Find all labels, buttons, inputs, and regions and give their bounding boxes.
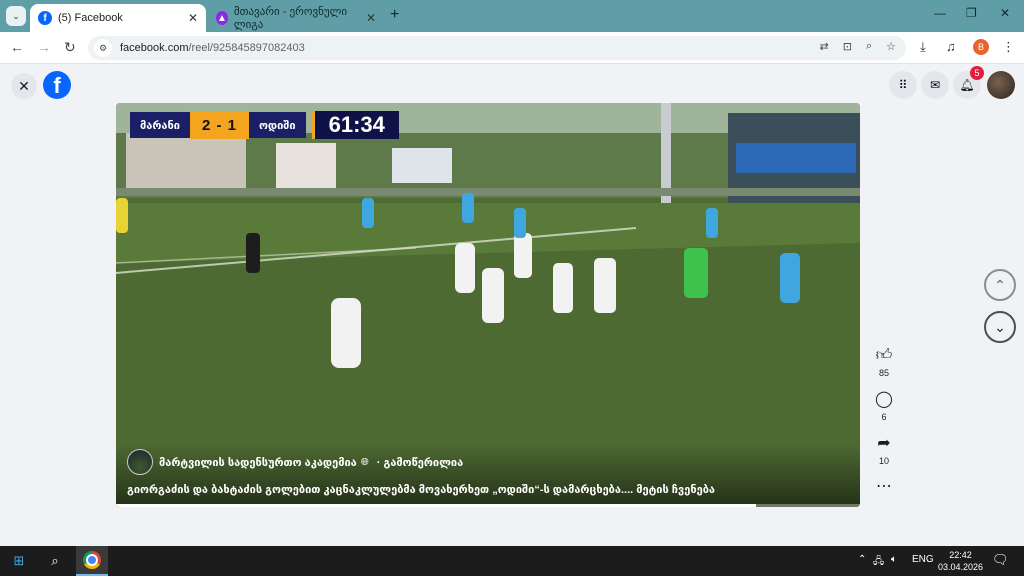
- close-reel-button[interactable]: ✕: [11, 73, 37, 99]
- browser-toolbar: ← → ↻ ⚙ facebook.com/reel/92584589708240…: [0, 32, 1024, 64]
- install-app-icon[interactable]: ⊡: [843, 40, 852, 53]
- facebook-reel-page: ✕ f ⠿ ✉ 🔔︎ 5 მარანი 2 - 1 ოდიში 61:34 მა…: [0, 65, 1024, 546]
- restore-icon[interactable]: ❐: [966, 6, 977, 20]
- tab-close-icon[interactable]: ✕: [358, 11, 376, 25]
- browser-menu-icon[interactable]: ⋮: [1002, 39, 1015, 55]
- league-favicon-icon: ▲: [216, 11, 228, 25]
- match-score: 2 - 1: [189, 111, 249, 139]
- previous-reel-button[interactable]: ⌃: [984, 269, 1016, 301]
- network-icon[interactable]: 🖧︎: [873, 554, 884, 571]
- window-close-icon[interactable]: ✕: [1000, 6, 1010, 20]
- translate-icon[interactable]: ⇄: [820, 40, 829, 53]
- scoreboard-overlay: მარანი 2 - 1 ოდიში 61:34: [130, 111, 399, 139]
- browser-tabstrip: ⌄ f (5) Facebook ✕ ▲ მთავარი - ეროვნული …: [0, 0, 1024, 32]
- windows-taskbar: ⊞ ⌕ ⌃ 🖧︎ 🔈︎ ENG 22:42 03.04.2026 🗨︎: [0, 546, 1024, 576]
- reel-video-player[interactable]: მარანი 2 - 1 ოდიში 61:34 მარტვილის სადენ…: [116, 103, 860, 507]
- browser-profile-avatar[interactable]: B: [973, 39, 989, 55]
- media-control-icon[interactable]: ♫: [946, 39, 956, 54]
- clock-date: 03.04.2026: [938, 562, 984, 572]
- taskbar-clock[interactable]: 22:42 03.04.2026: [938, 549, 983, 573]
- url-host: facebook.com: [120, 42, 189, 54]
- share-action[interactable]: ➦ 10: [870, 434, 898, 466]
- tray-chevron-up-icon[interactable]: ⌃: [858, 554, 866, 565]
- notifications-badge: 5: [970, 66, 984, 80]
- url-path: /reel/925845897082403: [188, 42, 305, 54]
- volume-icon[interactable]: 🔈︎: [891, 554, 897, 565]
- share-count: 10: [878, 456, 889, 466]
- bookmark-star-icon[interactable]: ☆: [886, 40, 896, 53]
- zoom-icon[interactable]: ⌕: [866, 40, 872, 53]
- video-progress-bar[interactable]: [116, 504, 860, 507]
- tab-title: მთავარი - ეროვნული ლიგა: [233, 6, 348, 31]
- chrome-taskbar-button[interactable]: [76, 546, 108, 576]
- like-thumb-icon[interactable]: 👍︎: [870, 346, 898, 366]
- forward-icon[interactable]: →: [37, 39, 51, 55]
- like-action[interactable]: 👍︎ 85: [870, 346, 898, 378]
- site-info-icon[interactable]: ⚙: [94, 39, 112, 57]
- tab-search-button[interactable]: ⌄: [6, 6, 26, 26]
- omnibox-actions: ⇄ ⊡ ⌕ ☆: [820, 40, 896, 53]
- search-icon[interactable]: ⌕: [40, 546, 70, 576]
- more-dots-icon[interactable]: ⋯: [870, 477, 898, 497]
- chrome-icon: [83, 551, 101, 569]
- reel-author-row: მარტვილის სადენსურთო აკადემია 🌐︎ · გამოწ…: [127, 449, 463, 475]
- back-icon[interactable]: ←: [10, 39, 24, 55]
- downloads-icon[interactable]: ⤓: [920, 39, 926, 55]
- notification-center-icon[interactable]: 🗨︎: [992, 552, 1009, 568]
- tab-close-icon[interactable]: ✕: [180, 11, 198, 25]
- comment-action[interactable]: ◯ 6: [870, 390, 898, 422]
- author-name[interactable]: მარტვილის სადენსურთო აკადემია: [159, 456, 357, 469]
- share-arrow-icon[interactable]: ➦: [870, 434, 898, 454]
- match-clock: 61:34: [311, 111, 399, 139]
- menu-grid-icon[interactable]: ⠿: [889, 71, 917, 99]
- language-indicator[interactable]: ENG: [912, 554, 934, 565]
- account-avatar[interactable]: [987, 71, 1015, 99]
- tab-league[interactable]: ▲ მთავარი - ეროვნული ლიგა ✕: [208, 4, 384, 32]
- author-avatar[interactable]: [127, 449, 153, 475]
- like-count: 85: [878, 368, 889, 378]
- follow-status-button[interactable]: · გამოწერილია: [377, 456, 463, 469]
- facebook-favicon-icon: f: [38, 11, 52, 25]
- tab-facebook[interactable]: f (5) Facebook ✕: [30, 4, 206, 32]
- clock-time: 22:42: [949, 550, 972, 560]
- new-tab-button[interactable]: +: [390, 6, 399, 24]
- url-text: facebook.com/reel/925845897082403: [120, 42, 305, 54]
- next-reel-button[interactable]: ⌄: [984, 311, 1016, 343]
- more-options-action[interactable]: ⋯: [870, 477, 898, 497]
- comment-bubble-icon[interactable]: ◯: [870, 390, 898, 410]
- reel-caption[interactable]: გიორგაძის და ბახტაძის გოლებით კაცნაკლულე…: [127, 483, 715, 496]
- tab-title: (5) Facebook: [58, 12, 123, 24]
- chevron-up-icon: ⌃: [994, 276, 1006, 293]
- home-team-name: მარანი: [130, 112, 190, 138]
- minimize-icon[interactable]: —: [934, 6, 946, 20]
- chevron-down-icon: ⌄: [994, 318, 1006, 335]
- globe-icon: 🌐︎: [360, 456, 369, 468]
- messenger-icon[interactable]: ✉: [921, 71, 949, 99]
- video-progress-fill: [116, 504, 756, 507]
- away-team-name: ოდიში: [248, 112, 306, 138]
- address-bar[interactable]: ⚙ facebook.com/reel/925845897082403 ⇄ ⊡ …: [88, 36, 906, 60]
- comment-count: 6: [881, 412, 887, 422]
- reload-icon[interactable]: ↻: [64, 39, 76, 56]
- windows-start-icon[interactable]: ⊞: [4, 546, 34, 576]
- facebook-logo-icon[interactable]: f: [43, 71, 71, 99]
